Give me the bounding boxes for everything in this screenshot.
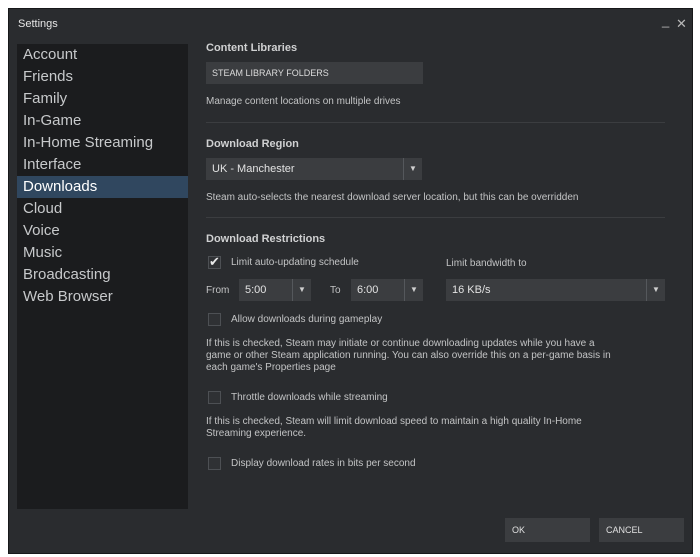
bits-per-second-label: Display download rates in bits per secon… <box>231 458 416 469</box>
chevron-down-icon: ▼ <box>404 279 423 301</box>
download-region-select[interactable]: UK - Manchester ▼ <box>206 158 422 180</box>
throttle-description: If this is checked, Steam will limit dow… <box>206 416 676 440</box>
bandwidth-value: 16 KB/s <box>452 284 491 296</box>
limit-schedule-label: Limit auto-updating schedule <box>231 257 359 268</box>
sidebar-item-in-game[interactable]: In-Game <box>17 110 188 132</box>
minimize-button[interactable]: _ <box>662 13 669 28</box>
divider <box>206 122 665 123</box>
sidebar-item-web-browser[interactable]: Web Browser <box>17 286 188 308</box>
to-label: To <box>330 285 341 296</box>
steam-library-folders-button[interactable]: STEAM LIBRARY FOLDERS <box>206 62 423 84</box>
close-button[interactable]: ✕ <box>676 16 687 32</box>
sidebar-item-account[interactable]: Account <box>17 44 188 66</box>
from-time-value: 5:00 <box>245 284 267 296</box>
to-time-select[interactable]: 6:00 ▼ <box>351 279 423 301</box>
content-libraries-heading: Content Libraries <box>206 42 298 54</box>
description-line: each game's Properties page <box>206 362 336 373</box>
sidebar-item-broadcasting[interactable]: Broadcasting <box>17 264 188 286</box>
description-line: If this is checked, Steam will limit dow… <box>206 416 582 427</box>
cancel-button[interactable]: CANCEL <box>599 518 684 542</box>
sidebar: Account Friends Family In-Game In-Home S… <box>17 44 188 509</box>
settings-window: Settings _ ✕ Account Friends Family In-G… <box>8 8 693 554</box>
chevron-down-icon: ▼ <box>292 279 311 301</box>
sidebar-item-cloud[interactable]: Cloud <box>17 198 188 220</box>
sidebar-item-family[interactable]: Family <box>17 88 188 110</box>
sidebar-item-friends[interactable]: Friends <box>17 66 188 88</box>
chevron-down-icon: ▼ <box>646 279 665 301</box>
download-region-description: Steam auto-selects the nearest download … <box>206 192 579 203</box>
allow-gameplay-description: If this is checked, Steam may initiate o… <box>206 338 676 374</box>
sidebar-item-voice[interactable]: Voice <box>17 220 188 242</box>
limit-schedule-checkbox[interactable] <box>208 254 221 270</box>
description-line: If this is checked, Steam may initiate o… <box>206 338 595 349</box>
download-restrictions-heading: Download Restrictions <box>206 233 326 245</box>
to-time-value: 6:00 <box>357 284 379 296</box>
sidebar-item-in-home-streaming[interactable]: In-Home Streaming <box>17 132 188 154</box>
bits-per-second-checkbox[interactable] <box>208 457 221 470</box>
downloads-panel: Content Libraries STEAM LIBRARY FOLDERS … <box>188 39 686 509</box>
throttle-label: Throttle downloads while streaming <box>231 392 388 403</box>
throttle-checkbox[interactable] <box>208 391 221 404</box>
description-line: Streaming experience. <box>206 428 307 439</box>
from-label: From <box>206 285 230 296</box>
description-line: game or other Steam application running.… <box>206 350 611 361</box>
bandwidth-select[interactable]: 16 KB/s ▼ <box>446 279 665 301</box>
window-title: Settings <box>18 18 58 30</box>
chevron-down-icon: ▼ <box>403 158 422 180</box>
titlebar: Settings _ ✕ <box>9 9 692 39</box>
download-region-heading: Download Region <box>206 138 299 150</box>
sidebar-item-downloads[interactable]: Downloads <box>17 176 188 198</box>
ok-button[interactable]: OK <box>505 518 590 542</box>
allow-gameplay-label: Allow downloads during gameplay <box>231 314 383 325</box>
download-region-value: UK - Manchester <box>212 163 295 175</box>
sidebar-item-interface[interactable]: Interface <box>17 154 188 176</box>
allow-gameplay-checkbox[interactable] <box>208 313 221 326</box>
bandwidth-label: Limit bandwidth to <box>446 258 527 269</box>
from-time-select[interactable]: 5:00 ▼ <box>239 279 311 301</box>
content-libraries-description: Manage content locations on multiple dri… <box>206 96 401 107</box>
sidebar-item-music[interactable]: Music <box>17 242 188 264</box>
divider <box>206 217 665 218</box>
